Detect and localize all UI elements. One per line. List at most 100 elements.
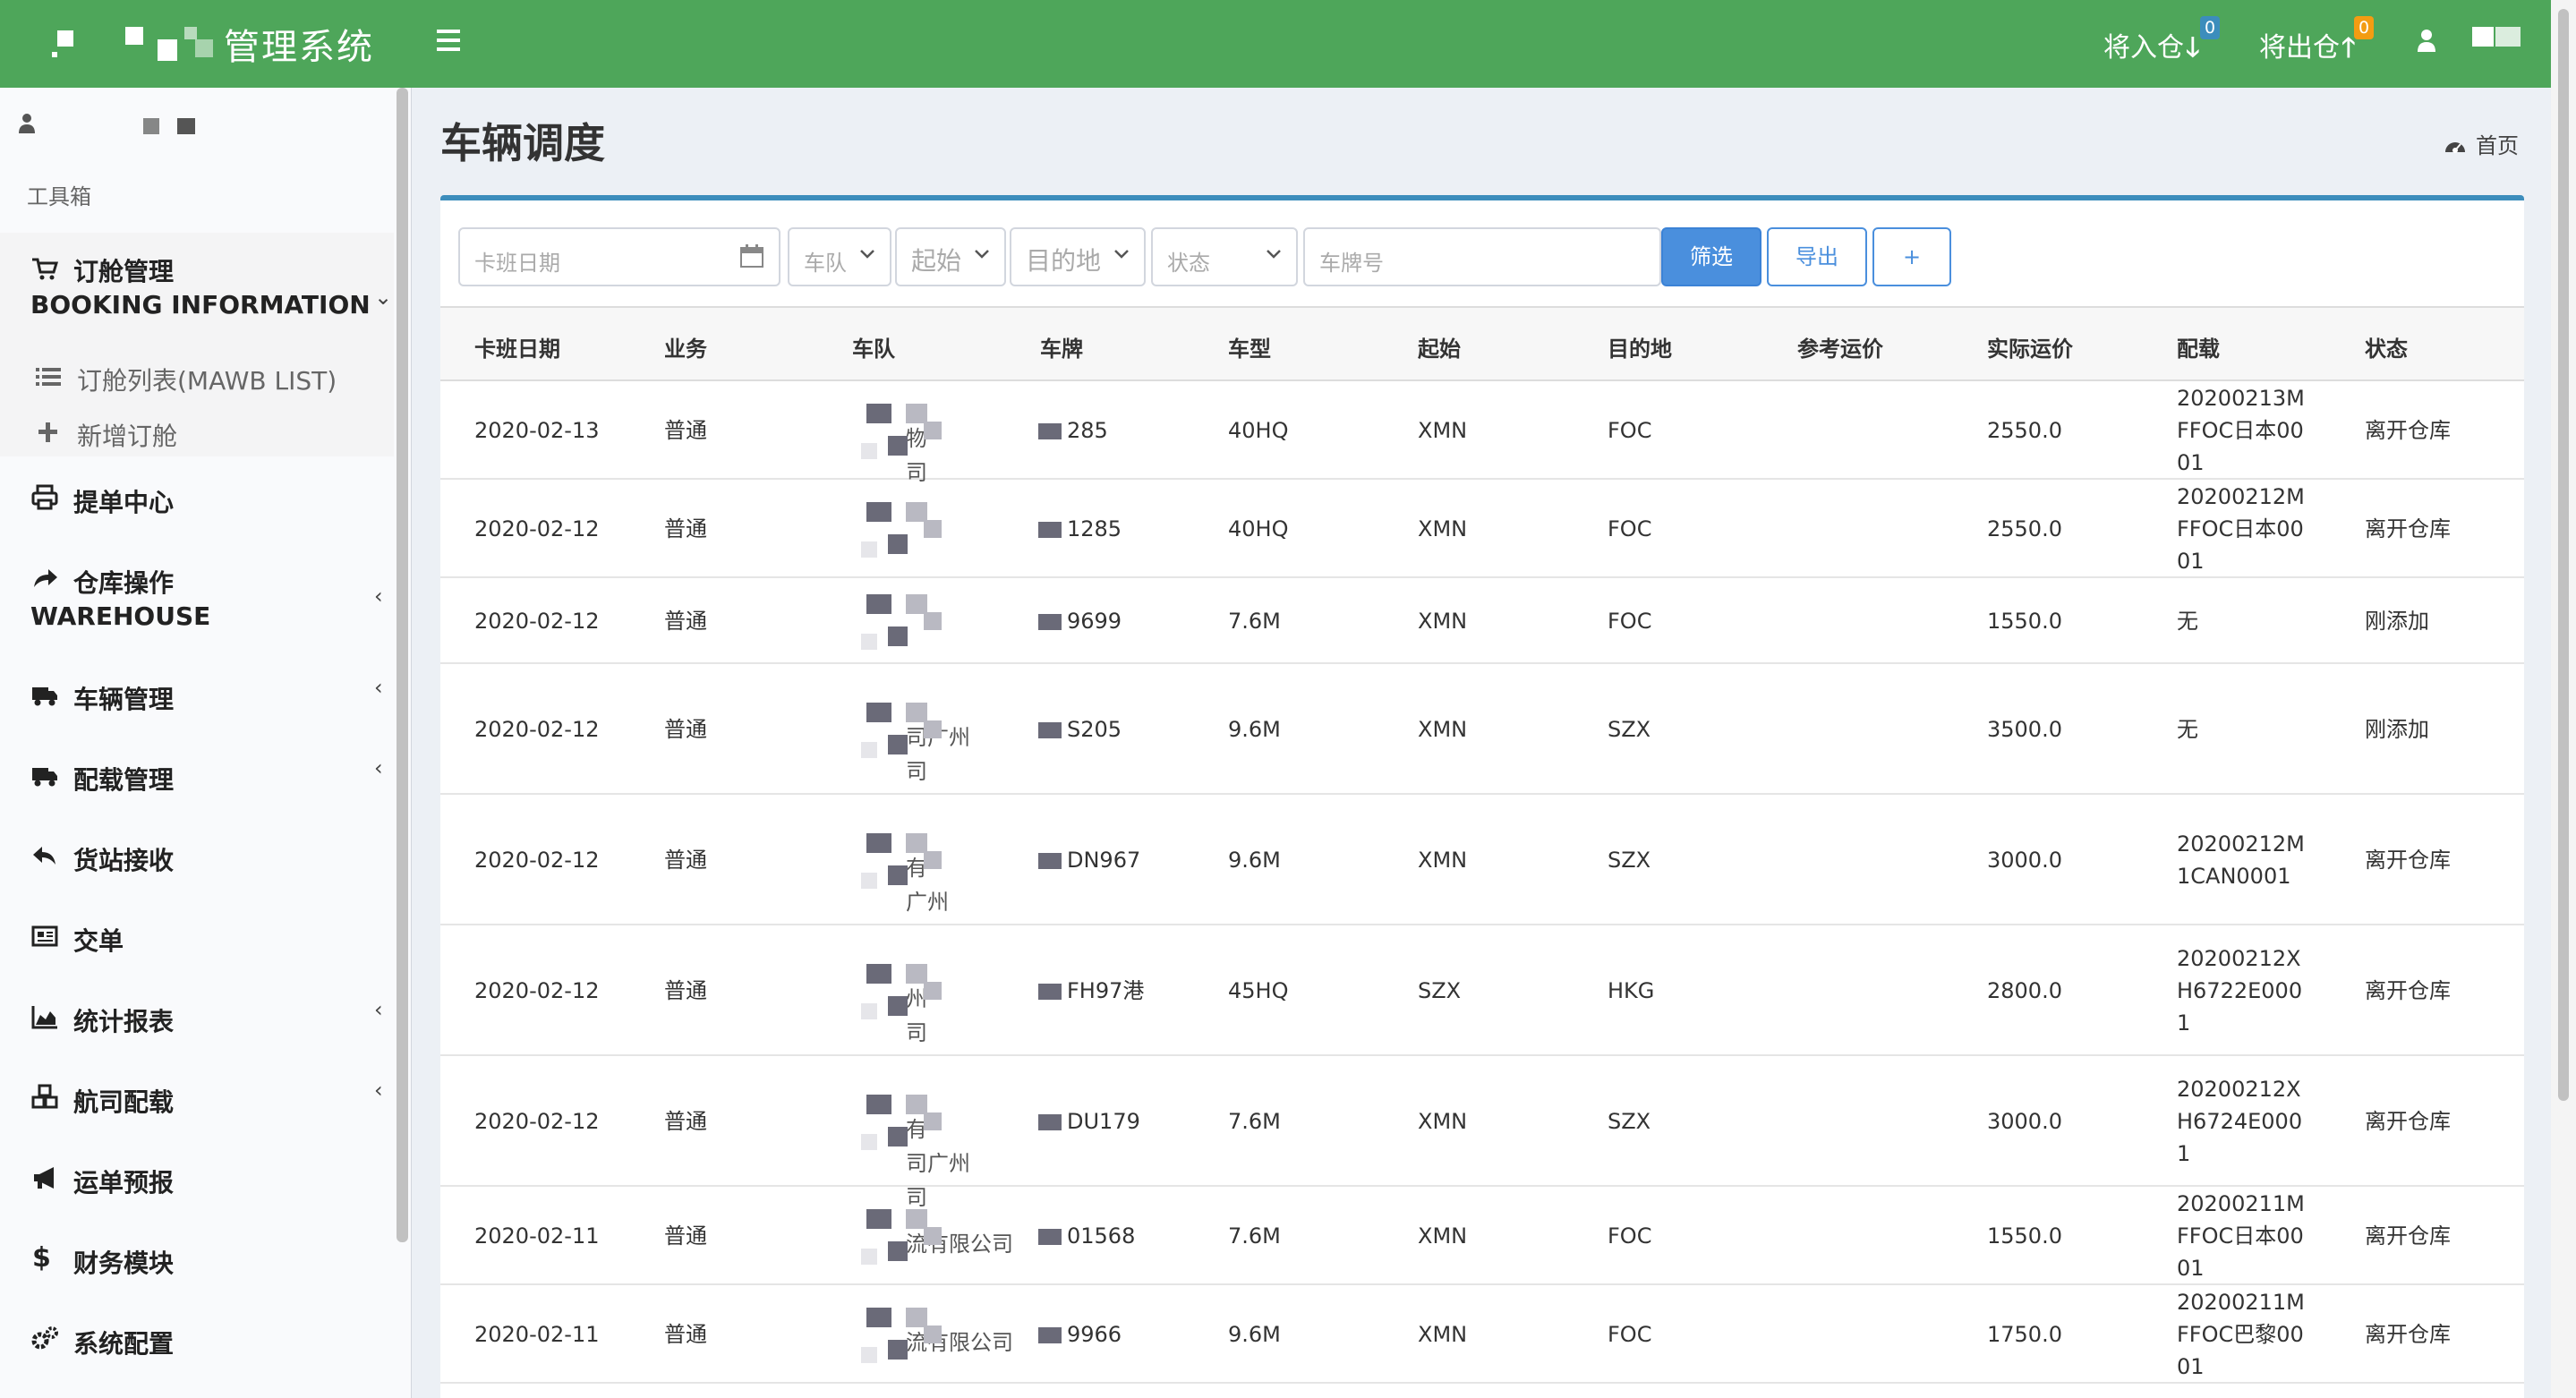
cell-status: 离开仓库 [2365,516,2451,541]
origin-select-placeholder: 起始 [911,246,962,276]
cell-origin: XMN [1418,418,1468,443]
sidebar-item-vehicle[interactable]: 车辆管理 ‹ [0,675,394,716]
top-navbar: 管理系统 将入仓🡓 0 将出仓🡑 0 [0,0,2576,88]
col-header-fleet[interactable]: 车队 [852,331,895,362]
sidebar-item-stats[interactable]: 统计报表 ‹ [0,997,394,1038]
dispatch-panel: 卡班日期 车队 起始 目的地 状态 车牌号 筛选 导出 + 卡班日期 业务 车队… [440,195,2524,1398]
cell-vehicle-type: 45HQ [1228,978,1289,1003]
vehicle-label: 车辆管理 [73,685,175,714]
cell-vehicle-type: 9.6M [1228,848,1281,873]
table-header: 卡班日期 业务 车队 车牌 车型 起始 目的地 参考运价 实际运价 配载 状态 [440,306,2524,381]
breadcrumb[interactable]: 首页 [2444,128,2519,159]
table-row[interactable]: 2020-02-13 普通 285 40HQ XMN FOC 2550.0 离开仓库物 司 20… [440,381,2524,485]
fleet-select[interactable]: 车队 [788,227,891,286]
sidebar-item-loading[interactable]: 配载管理 ‹ [0,755,394,797]
destination-select[interactable]: 目的地 [1010,227,1146,286]
cell-status: 离开仓库 [2365,978,2451,1003]
col-header-business[interactable]: 业务 [664,331,707,362]
cell-plate: 01568 [1067,1223,1136,1249]
cell-origin: XMN [1418,1223,1468,1249]
fleet-redaction [866,964,891,984]
outbound-nav-link[interactable]: 将出仓🡑 [2259,25,2356,73]
cell-date: 2020-02-11 [474,1322,600,1347]
user-menu[interactable] [2472,27,2494,47]
chevron-down-icon [1114,250,1129,259]
page-scrollbar[interactable] [2551,0,2576,1398]
fleet-redaction [861,1134,877,1150]
sidebar-item-booking[interactable]: 订舱管理 BOOKING INFORMATION ⌄ [0,252,394,324]
sidebar-item-warehouse[interactable]: 仓库操作 WAREHOUSE ‹ [0,564,394,635]
inbound-nav-link[interactable]: 将入仓🡓 [2103,25,2200,73]
sidebar-scrollbar[interactable] [397,88,408,1398]
fleet-redaction [888,1127,908,1147]
table-row[interactable]: 2020-02-12普通S2059.6MXMNSZX3500.0刚添加司广州 司… [440,664,2524,795]
filter-bar: 卡班日期 车队 起始 目的地 状态 车牌号 筛选 导出 + [440,200,2524,306]
share-icon [34,569,57,587]
cell-actual-price: 2550.0 [1987,418,2062,443]
breadcrumb-home[interactable]: 首页 [2476,133,2519,158]
cell-destination: HKG [1608,978,1655,1003]
export-button[interactable]: 导出 [1767,227,1867,286]
cell-vehicle-type: 40HQ [1228,516,1289,541]
col-header-actual-price[interactable]: 实际运价 [1987,331,2073,362]
cell-date: 2020-02-12 [474,516,600,541]
chevron-left-icon: ‹ [374,1078,383,1103]
table-row[interactable]: 2020-02-12 普通 DN967 9.6M XMN SZX 3000.0 离开仓库有 广… [440,795,2524,925]
cell-date: 2020-02-11 [474,1223,600,1249]
date-filter-input[interactable]: 卡班日期 [458,227,780,286]
fleet-redaction [906,1308,927,1327]
col-header-vehicle-type[interactable]: 车型 [1228,331,1271,362]
cell-actual-price: 1550.0 [1987,1223,2062,1249]
col-header-plate[interactable]: 车牌 [1040,331,1083,362]
add-button[interactable]: + [1872,227,1951,286]
table-row[interactable]: 2020-02-12 普通 DU179 7.6M XMN SZX 3000.0 离开仓库有 司… [440,1056,2524,1210]
plus-icon [38,422,57,442]
chevron-down-icon: ⌄ [374,285,393,310]
fleet-redaction [906,703,927,722]
table-row[interactable]: 2020-02-11 普通 9966 9.6M XMN FOC 1750.0 离开仓库 流有限公… [440,1285,2524,1384]
origin-select[interactable]: 起始 [895,227,1006,286]
fleet-redaction [861,742,877,758]
col-header-reference-price[interactable]: 参考运价 [1797,331,1883,362]
col-header-loading[interactable]: 配载 [2177,331,2220,362]
sidebar-item-handover[interactable]: 交单 [0,922,394,958]
cell-business: 普通 [664,516,707,541]
sidebar-item-mawb-list[interactable]: 订舱列表(MAWB LIST) [0,362,394,397]
cell-vehicle-type: 7.6M [1228,1109,1281,1134]
cell-business: 普通 [664,1109,707,1134]
cell-destination: SZX [1608,848,1651,873]
plate-redaction [1038,722,1062,738]
col-header-destination[interactable]: 目的地 [1608,331,1672,362]
cell-origin: XMN [1418,1109,1468,1134]
cell-status: 离开仓库 [2365,418,2451,443]
user-icon[interactable] [2415,27,2438,54]
table-row[interactable]: 2020-02-12 普通 FH97港 45HQ SZX HKG 2800.0 离开仓库州 司… [440,925,2524,1056]
cell-date: 2020-02-12 [474,1109,600,1134]
table-row[interactable]: 2020-02-12 普通 1285 40HQ XMN FOC 2550.0 离开仓库 2020… [440,480,2524,578]
sidebar-item-config[interactable]: 系统配置 [0,1325,394,1360]
cell-status: 离开仓库 [2365,848,2451,873]
calendar-icon [740,244,763,268]
sidebar-item-forecast[interactable]: 运单预报 [0,1164,394,1199]
table-row[interactable]: 2020-02-12 普通 9699 7.6M XMN FOC 1550.0 刚添加 无 [440,578,2524,664]
sidebar-item-bill-center[interactable]: 提单中心 [0,483,394,519]
status-select[interactable]: 状态 [1151,227,1298,286]
cell-origin: SZX [1418,978,1462,1003]
table-row[interactable]: 2020-02-11 普通 01568 7.6M XMN FOC 1550.0 离开仓库 流有限… [440,1187,2524,1285]
plate-number-input[interactable]: 车牌号 [1303,227,1661,286]
sidebar-item-airline-loading[interactable]: 航司配载 ‹ [0,1078,394,1119]
cell-loading: 20200212M 1CAN0001 [2177,831,2305,889]
sidebar-item-station-receive[interactable]: 货站接收 [0,841,394,877]
filter-button[interactable]: 筛选 [1661,227,1761,286]
user-menu-name[interactable] [2495,27,2521,47]
cell-business: 普通 [664,1223,707,1249]
sidebar-item-finance[interactable]: $ 财务模块 [0,1242,394,1280]
cell-actual-price: 1550.0 [1987,609,2062,634]
sidebar-item-new-booking[interactable]: 新增订舱 [0,417,394,453]
outbound-count-badge: 0 [2354,16,2374,39]
fleet-redaction [924,982,942,1000]
col-header-origin[interactable]: 起始 [1418,331,1461,362]
destination-select-placeholder: 目的地 [1026,246,1102,276]
col-header-date[interactable]: 卡班日期 [474,331,560,362]
col-header-status[interactable]: 状态 [2365,331,2408,362]
